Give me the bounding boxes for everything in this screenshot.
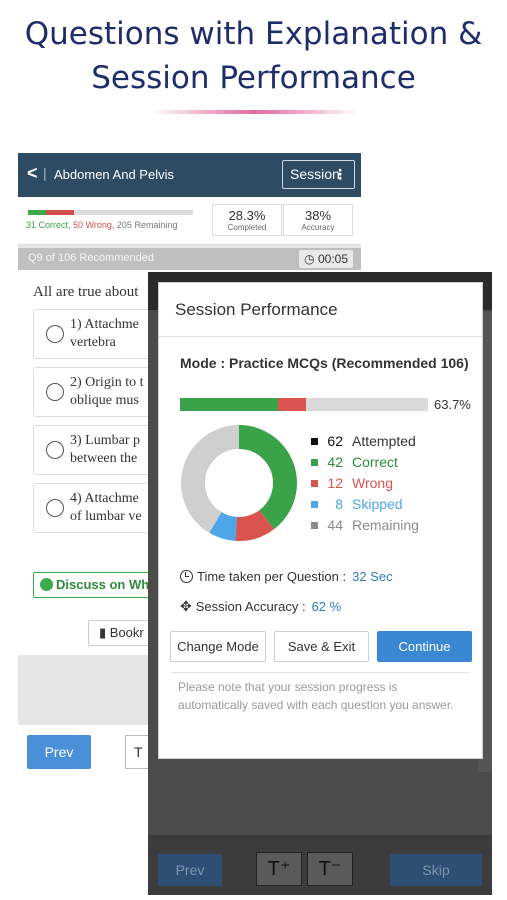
legend-swatch <box>311 522 318 529</box>
progress-correct-segment <box>180 398 279 411</box>
progress-wrong-segment <box>278 398 307 411</box>
legend-remaining: 44 Remaining <box>311 517 476 538</box>
progress-legend: 31 Correct, 50 Wrong, 205 Remaining <box>26 220 177 230</box>
subject-title: Abdomen And Pelvis <box>54 167 174 182</box>
progress-correct-segment <box>28 210 46 215</box>
legend-swatch <box>311 480 318 487</box>
attempted-count: 62 <box>327 433 343 449</box>
progress-percent: 63.7% <box>434 397 471 412</box>
correct-label: Correct <box>352 454 398 470</box>
correct-count-text: 31 Correct, <box>26 220 71 230</box>
remaining-label: Remaining <box>352 517 419 533</box>
question-timer: ◷ 00:05 <box>299 250 353 268</box>
time-per-question-row: Time taken per Question : 32 Sec <box>180 569 393 584</box>
font-increase-button[interactable]: T⁺ <box>256 852 302 886</box>
headline-line-2: Session Performance <box>91 60 416 96</box>
more-vertical-icon: ⋮ <box>333 166 347 182</box>
legend-swatch <box>311 459 318 466</box>
question-number: Q9 of 106 Recommended <box>28 252 154 264</box>
headline-underline <box>150 110 360 114</box>
divider <box>171 672 470 673</box>
skipped-count: 8 <box>335 496 343 512</box>
headline: Questions with Explanation & Session Per… <box>0 12 507 100</box>
accuracy-value: 38% <box>304 208 332 223</box>
wrong-count-text: 50 Wrong, <box>73 220 115 230</box>
time-per-question-value: 32 Sec <box>352 569 393 584</box>
option-label: 2) Origin to t oblique mus <box>70 375 144 408</box>
legend-swatch <box>311 438 318 445</box>
prev-button[interactable]: Prev <box>27 735 91 769</box>
session-progress-bar <box>28 210 193 215</box>
wrong-label: Wrong <box>352 475 393 491</box>
continue-button[interactable]: Continue <box>377 631 472 662</box>
remaining-count-text: 205 Remaining <box>116 220 178 230</box>
divider <box>159 336 482 337</box>
change-mode-button[interactable]: Change Mode <box>170 631 266 662</box>
legend-swatch <box>311 501 318 508</box>
performance-legend: 62 Attempted 42 Correct 12 Wrong 8 Skipp… <box>311 433 476 538</box>
crosshair-icon: ✥ <box>180 598 192 614</box>
remaining-count: 44 <box>327 517 343 533</box>
radio-button[interactable] <box>46 441 64 459</box>
prev-button[interactable]: Prev <box>158 854 222 886</box>
legend-wrong: 12 Wrong <box>311 475 476 496</box>
legend-attempted: 62 Attempted <box>311 433 476 454</box>
clock-icon <box>180 570 193 583</box>
stats-strip: 31 Correct, 50 Wrong, 205 Remaining 28.3… <box>18 197 361 245</box>
discuss-label: Discuss on Wha <box>56 577 157 592</box>
radio-button[interactable] <box>46 325 64 343</box>
option-label: 3) Lumbar p between the <box>70 433 140 466</box>
back-chevron-icon[interactable]: < <box>27 163 38 184</box>
question-text: All are true about <box>33 284 139 300</box>
correct-count: 42 <box>327 454 343 470</box>
headline-line-1: Questions with Explanation & <box>24 16 483 52</box>
whatsapp-icon <box>40 578 53 591</box>
save-exit-button[interactable]: Save & Exit <box>274 631 369 662</box>
bookmark-icon: ▮ <box>99 625 107 640</box>
font-decrease-button[interactable]: T⁻ <box>307 852 353 886</box>
option-label: 1) Attachme vertebra <box>70 317 139 350</box>
session-accuracy-value: 62 % <box>311 599 342 614</box>
progress-wrong-segment <box>46 210 74 215</box>
skip-button[interactable]: Skip <box>390 854 482 886</box>
session-performance-modal: Session Performance Mode : Practice MCQs… <box>158 282 483 759</box>
legend-skipped: 8 Skipped <box>311 496 476 517</box>
autosave-note: Please note that your session progress i… <box>178 680 454 712</box>
completed-stat: 28.3% Completed <box>212 204 282 236</box>
session-accuracy-label: Session Accuracy : <box>195 599 306 614</box>
clock-icon: ◷ <box>304 252 315 266</box>
completed-label: Completed <box>227 223 267 232</box>
bookmark-label: Bookr <box>109 625 144 640</box>
accuracy-stat: 38% Accuracy <box>283 204 353 236</box>
skipped-label: Skipped <box>352 496 403 512</box>
legend-correct: 42 Correct <box>311 454 476 475</box>
performance-donut-chart <box>181 425 297 541</box>
title-separator: | <box>43 165 47 181</box>
accuracy-label: Accuracy <box>301 223 335 232</box>
session-menu-button[interactable]: Session ⋮ <box>282 160 355 189</box>
completed-value: 28.3% <box>228 208 266 223</box>
session-progress-bar <box>180 398 428 411</box>
question-header: Q9 of 106 Recommended ◷ 00:05 <box>18 248 361 270</box>
modal-title: Session Performance <box>175 300 338 319</box>
wrong-count: 12 <box>327 475 343 491</box>
radio-button[interactable] <box>46 383 64 401</box>
time-per-question-label: Time taken per Question : <box>197 569 347 584</box>
top-bar: < | Abdomen And Pelvis Session ⋮ <box>18 153 361 197</box>
radio-button[interactable] <box>46 499 64 517</box>
option-label: 4) Attachme of lumbar ve <box>70 491 142 524</box>
timer-value: 00:05 <box>317 252 348 266</box>
session-accuracy-row: ✥ Session Accuracy : 62 % <box>180 598 341 615</box>
mode-label: Mode : Practice MCQs (Recommended 106) <box>180 355 469 371</box>
attempted-label: Attempted <box>352 433 416 449</box>
